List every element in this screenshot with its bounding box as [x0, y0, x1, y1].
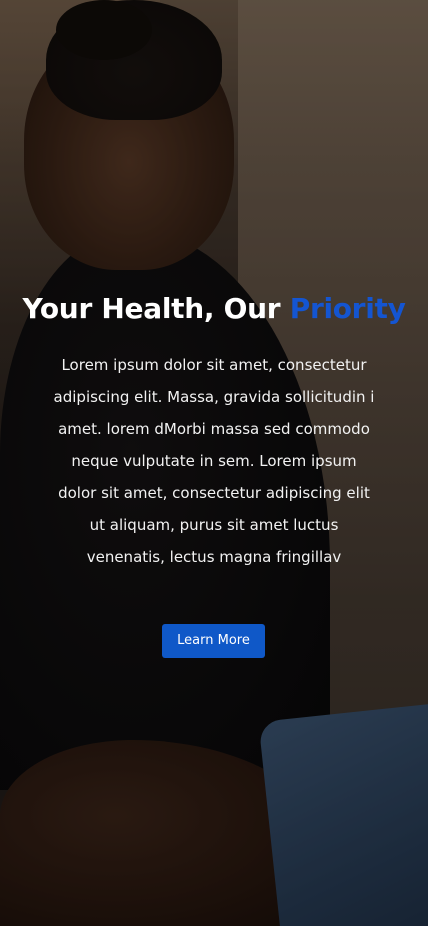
hero-title: Your Health, Our Priority — [0, 290, 428, 328]
hero-section: Your Health, Our Priority Lorem ipsum do… — [0, 0, 428, 926]
hero-title-prefix: Your Health, Our — [22, 292, 290, 325]
hero-description: Lorem ipsum dolor sit amet, consectetur … — [53, 356, 375, 566]
learn-more-button[interactable]: Learn More — [162, 624, 265, 658]
hero-title-accent: Priority — [289, 292, 406, 325]
